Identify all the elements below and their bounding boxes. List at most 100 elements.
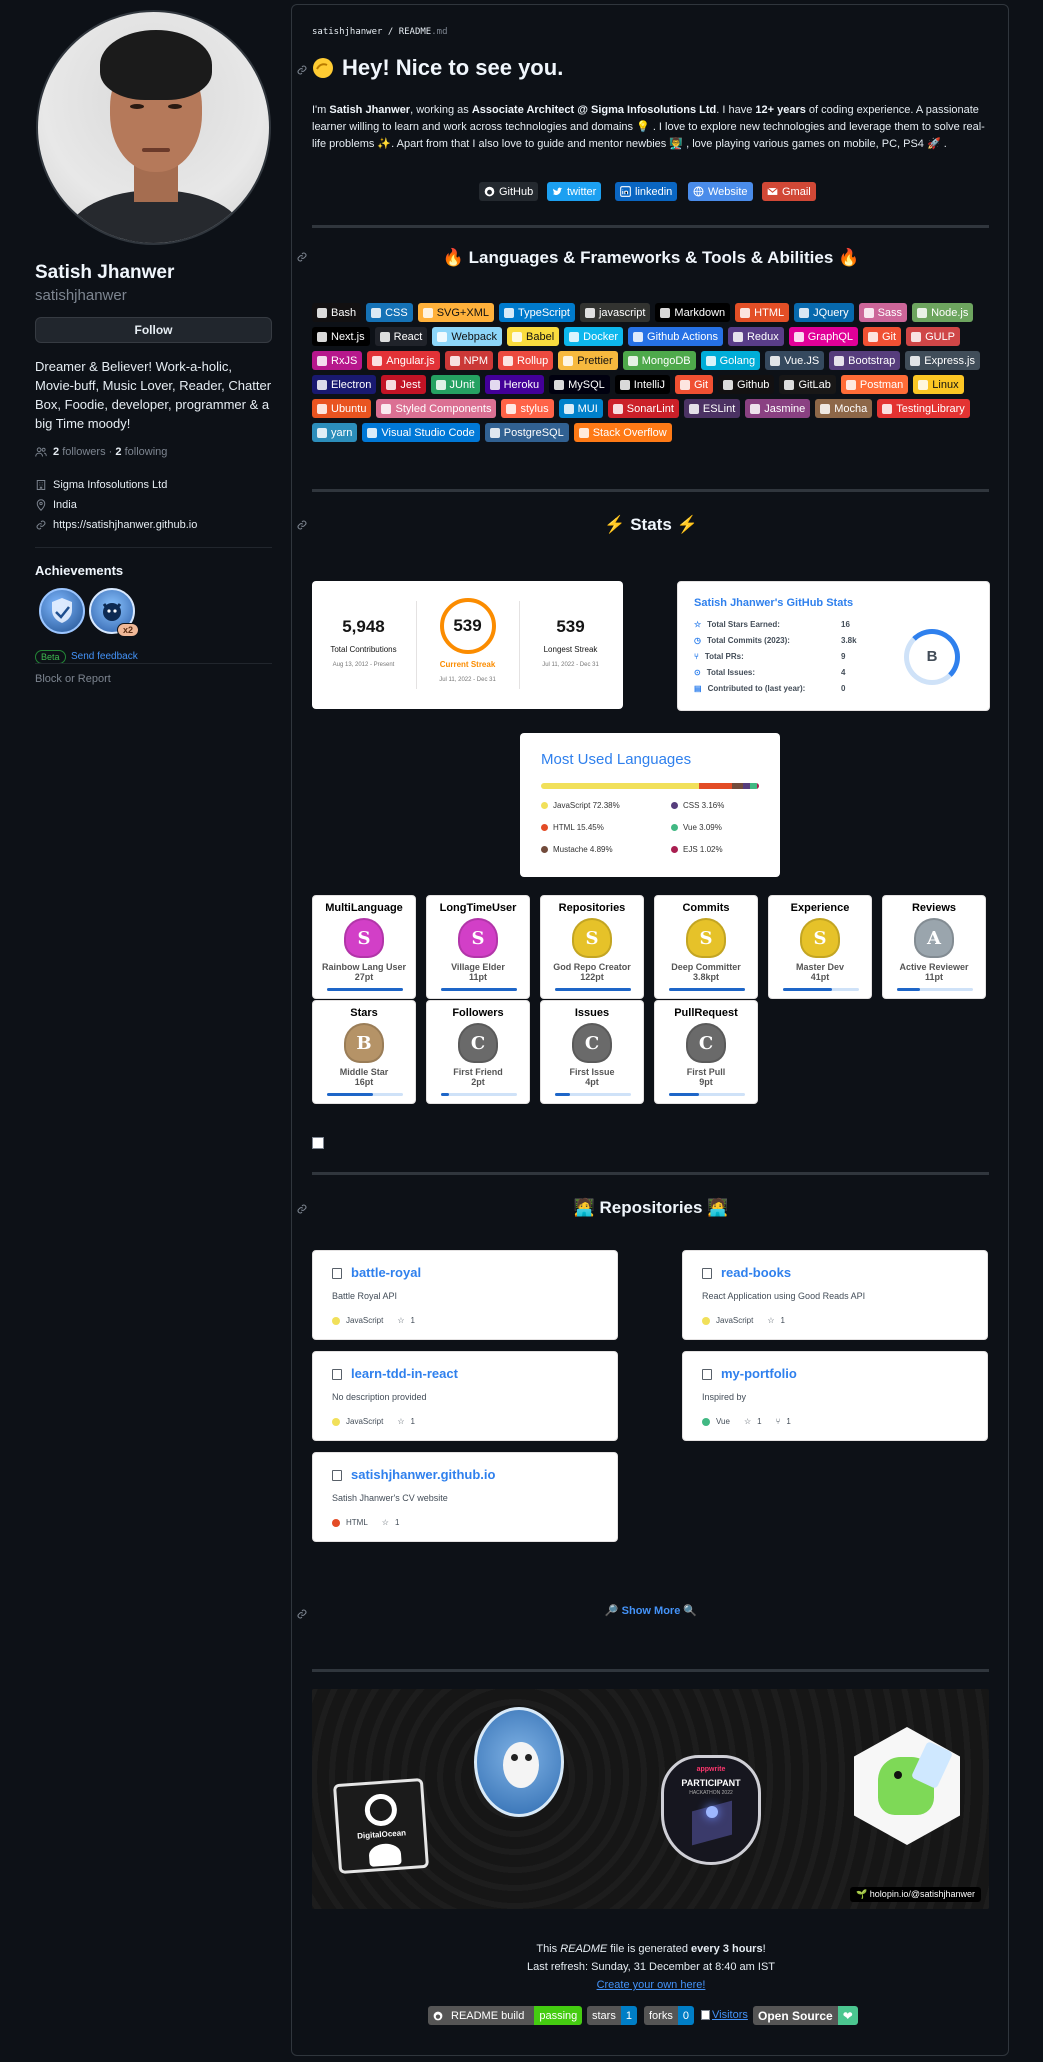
github-badge[interactable]: GitHub bbox=[479, 182, 539, 201]
skill-badge[interactable]: MUI bbox=[558, 399, 603, 418]
holopin-tag[interactable]: 🌱 holopin.io/@satishjhanwer bbox=[850, 1887, 981, 1902]
repo-name[interactable]: battle-royal bbox=[351, 1265, 421, 1280]
followers-link[interactable]: followers bbox=[62, 446, 105, 458]
stars-badge[interactable]: stars 1 bbox=[587, 2006, 637, 2025]
achievement-badge-pull-shark[interactable] bbox=[39, 588, 85, 634]
skill-badge[interactable]: stylus bbox=[501, 399, 554, 418]
skill-badge[interactable]: Linux bbox=[913, 375, 964, 394]
skill-badge[interactable]: PostgreSQL bbox=[484, 423, 569, 442]
skill-badge[interactable]: Postman bbox=[840, 375, 909, 394]
block-report-link[interactable]: Block or Report bbox=[35, 673, 111, 685]
skill-icon bbox=[868, 331, 878, 342]
trophy-title: Experience bbox=[790, 902, 850, 914]
show-more-link[interactable]: 🔎 Show More 🔍 bbox=[292, 1604, 1010, 1617]
skill-badge[interactable]: SVG+XML bbox=[417, 303, 494, 322]
website-badge[interactable]: Website bbox=[688, 182, 753, 201]
skill-badge[interactable]: Angular.js bbox=[367, 351, 440, 370]
repo-name[interactable]: learn-tdd-in-react bbox=[351, 1366, 458, 1381]
visitors-badge[interactable]: Visitors bbox=[701, 2009, 748, 2021]
skill-badge[interactable]: Next.js bbox=[312, 327, 370, 346]
skill-badge[interactable]: React bbox=[374, 327, 428, 346]
follow-button[interactable]: Follow bbox=[35, 317, 272, 343]
breadcrumb-user[interactable]: satishjhanwer bbox=[312, 27, 382, 37]
skill-badge[interactable]: Sass bbox=[858, 303, 908, 322]
skill-badge[interactable]: Node.js bbox=[912, 303, 974, 322]
holopin-badges-board[interactable]: DigitalOcean appwrite PARTICIPANT HACKAT… bbox=[312, 1689, 989, 1909]
following-count[interactable]: 2 bbox=[115, 446, 121, 458]
skill-badge[interactable]: Markdown bbox=[655, 303, 731, 322]
language-dot bbox=[332, 1417, 340, 1426]
appwrite-text: appwrite bbox=[696, 1766, 726, 1773]
skill-badge[interactable]: MySQL bbox=[549, 375, 610, 394]
skill-badge[interactable]: Git bbox=[674, 375, 714, 394]
skill-badge[interactable]: Bash bbox=[312, 303, 362, 322]
skill-badge[interactable]: Stack Overflow bbox=[573, 423, 672, 442]
skill-badge[interactable]: TestingLibrary bbox=[877, 399, 970, 418]
repo-card[interactable]: satishjhanwer.github.io Satish Jhanwer's … bbox=[312, 1452, 618, 1542]
skill-badge[interactable]: Prettier bbox=[558, 351, 618, 370]
skill-badge[interactable]: Webpack bbox=[432, 327, 503, 346]
skill-badge[interactable]: TypeScript bbox=[498, 303, 575, 322]
skill-badge[interactable]: HTML bbox=[735, 303, 790, 322]
repo-name[interactable]: my-portfolio bbox=[721, 1366, 797, 1381]
repo-card[interactable]: battle-royal Battle Royal API JavaScript ☆ 1 bbox=[312, 1250, 618, 1340]
intro-paragraph: I'm Satish Jhanwer, working as Associate… bbox=[312, 104, 985, 150]
skill-badge[interactable]: Docker bbox=[564, 327, 624, 346]
skill-badge[interactable]: Ubuntu bbox=[312, 399, 372, 418]
website-link[interactable]: https://satishjhanwer.github.io bbox=[53, 519, 197, 531]
skill-badge[interactable]: Mocha bbox=[815, 399, 873, 418]
repo-card[interactable]: my-portfolio Inspired by Vue ☆ 1 ⑂ 1 bbox=[682, 1351, 988, 1441]
skill-badge[interactable]: MongoDB bbox=[622, 351, 696, 370]
skill-badge[interactable]: Visual Studio Code bbox=[362, 423, 480, 442]
skill-badge[interactable]: Express.js bbox=[905, 351, 981, 370]
repo-name[interactable]: read-books bbox=[721, 1265, 791, 1280]
skill-badge[interactable]: Rollup bbox=[498, 351, 554, 370]
skill-badge[interactable]: GraphQL bbox=[788, 327, 858, 346]
create-your-own-link[interactable]: Create your own here! bbox=[597, 1979, 706, 1991]
skill-badge[interactable]: javascript bbox=[579, 303, 651, 322]
repo-card[interactable]: learn-tdd-in-react No description provide… bbox=[312, 1351, 618, 1441]
skill-badge[interactable]: Github bbox=[718, 375, 775, 394]
skill-badge[interactable]: RxJS bbox=[312, 351, 363, 370]
skill-badge[interactable]: SonarLint bbox=[607, 399, 679, 418]
skill-badge[interactable]: GitLab bbox=[779, 375, 836, 394]
followers-count[interactable]: 2 bbox=[53, 446, 59, 458]
skill-badge[interactable]: Electron bbox=[312, 375, 377, 394]
skill-badge[interactable]: Heroku bbox=[484, 375, 545, 394]
forks-badge[interactable]: forks 0 bbox=[644, 2006, 694, 2025]
skill-badge[interactable]: Vue.JS bbox=[765, 351, 825, 370]
avatar[interactable] bbox=[36, 10, 271, 245]
skill-badge[interactable]: Jest bbox=[381, 375, 426, 394]
anchor-link-icon[interactable] bbox=[296, 64, 308, 76]
skill-badge[interactable]: ESLint bbox=[683, 399, 741, 418]
following-link[interactable]: following bbox=[125, 446, 168, 458]
repo-language: JavaScript bbox=[716, 1316, 754, 1325]
skill-badge[interactable]: Styled Components bbox=[376, 399, 497, 418]
skill-badge[interactable]: CSS bbox=[366, 303, 413, 322]
skill-badge[interactable]: IntelliJ bbox=[614, 375, 670, 394]
gmail-badge[interactable]: Gmail bbox=[762, 182, 816, 201]
most-used-languages-card: Most Used Languages JavaScript 72.38% CS… bbox=[520, 733, 780, 877]
skill-badge[interactable]: Babel bbox=[507, 327, 560, 346]
skill-badge[interactable]: Redux bbox=[727, 327, 784, 346]
skill-icon bbox=[563, 355, 574, 366]
skill-badge[interactable]: JUnit bbox=[430, 375, 480, 394]
open-source-badge[interactable]: Open Source ❤ bbox=[753, 2006, 858, 2025]
repo-card[interactable]: read-books React Application using Good R… bbox=[682, 1250, 988, 1340]
readme-build-badge[interactable]: README build passing bbox=[428, 2006, 583, 2025]
skill-badge[interactable]: Golang bbox=[700, 351, 761, 370]
skill-badge[interactable]: Bootstrap bbox=[829, 351, 901, 370]
skill-badge[interactable]: Git bbox=[863, 327, 902, 346]
skill-badge[interactable]: GULP bbox=[906, 327, 961, 346]
divider bbox=[312, 489, 989, 492]
repo-name[interactable]: satishjhanwer.github.io bbox=[351, 1467, 495, 1482]
linkedin-badge[interactable]: linkedin bbox=[615, 182, 678, 201]
digitalocean-badge-text: DigitalOcean bbox=[356, 1828, 407, 1841]
skill-badge[interactable]: Github Actions bbox=[628, 327, 723, 346]
skill-badge[interactable]: Jasmine bbox=[745, 399, 811, 418]
skill-badge[interactable]: NPM bbox=[444, 351, 494, 370]
twitter-badge[interactable]: twitter bbox=[547, 182, 602, 201]
send-feedback-link[interactable]: Send feedback bbox=[71, 651, 138, 662]
skill-badge[interactable]: yarn bbox=[312, 423, 358, 442]
skill-badge[interactable]: JQuery bbox=[794, 303, 854, 322]
